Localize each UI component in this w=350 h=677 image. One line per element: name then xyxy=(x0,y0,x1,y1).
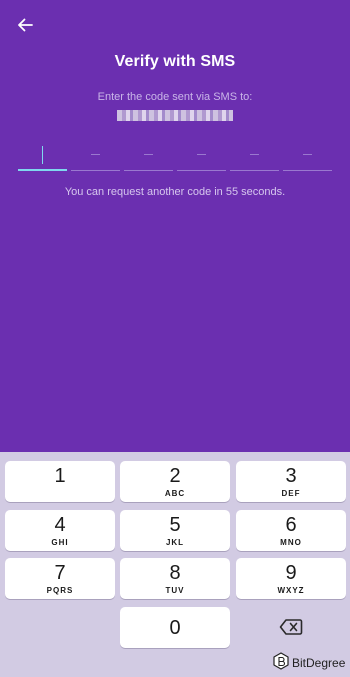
key-digit: 2 xyxy=(169,465,181,487)
key-4[interactable]: 4 GHI xyxy=(5,510,115,551)
key-letters: MNO xyxy=(280,538,302,547)
backspace-icon xyxy=(279,618,303,641)
code-digit-input-2[interactable] xyxy=(71,141,120,171)
masked-phone-number xyxy=(117,110,233,121)
key-0[interactable]: 0 xyxy=(120,607,230,648)
delete-button[interactable] xyxy=(236,609,346,650)
key-letters: JKL xyxy=(165,538,185,547)
code-digit-input-1[interactable] xyxy=(18,141,67,171)
verify-sms-screen: Verify with SMS Enter the code sent via … xyxy=(0,0,350,677)
key-3[interactable]: 3 DEF xyxy=(236,461,346,502)
empty-placeholder xyxy=(91,154,100,155)
key-letters: ABC xyxy=(164,489,186,498)
key-digit: 8 xyxy=(169,562,181,584)
bitdegree-watermark: BitDegree xyxy=(273,651,349,675)
key-digit: 3 xyxy=(285,465,297,487)
key-digit: 6 xyxy=(285,514,297,536)
code-digit-input-6[interactable] xyxy=(283,141,332,171)
key-digit: 4 xyxy=(54,514,66,536)
key-digit: 0 xyxy=(169,617,181,639)
key-9[interactable]: 9 WXYZ xyxy=(236,558,346,599)
watermark-text: BitDegree xyxy=(292,656,346,670)
empty-placeholder xyxy=(303,154,312,155)
key-digit: 5 xyxy=(169,514,181,536)
key-digit: 7 xyxy=(54,562,66,584)
code-digit-input-3[interactable] xyxy=(124,141,173,171)
key-8[interactable]: 8 TUV xyxy=(120,558,230,599)
key-1[interactable]: 1 xyxy=(5,461,115,502)
arrow-left-icon xyxy=(16,16,34,39)
bitdegree-logo-icon xyxy=(273,651,289,675)
key-letters: PQRS xyxy=(46,586,74,595)
key-6[interactable]: 6 MNO xyxy=(236,510,346,551)
code-digit-input-5[interactable] xyxy=(230,141,279,171)
key-digit: 1 xyxy=(54,465,66,487)
empty-placeholder xyxy=(250,154,259,155)
numeric-keyboard: 1 2 ABC 3 DEF 4 GHI 5 JKL 6 MNO 7 PQRS 8 xyxy=(0,452,350,677)
resend-countdown: You can request another code in 55 secon… xyxy=(64,186,286,198)
code-digit-input-4[interactable] xyxy=(177,141,226,171)
code-input-row xyxy=(18,141,333,173)
key-5[interactable]: 5 JKL xyxy=(120,510,230,551)
page-title: Verify with SMS xyxy=(114,53,236,70)
sms-instruction: Enter the code sent via SMS to: xyxy=(97,91,253,103)
key-letters: DEF xyxy=(281,489,301,498)
key-2[interactable]: 2 ABC xyxy=(120,461,230,502)
back-button[interactable] xyxy=(12,14,38,40)
empty-placeholder xyxy=(197,154,206,155)
key-letters: TUV xyxy=(165,586,185,595)
key-letters: GHI xyxy=(51,538,69,547)
key-digit: 9 xyxy=(285,562,297,584)
empty-placeholder xyxy=(144,154,153,155)
text-cursor xyxy=(42,146,43,164)
verification-panel: Verify with SMS Enter the code sent via … xyxy=(0,0,350,452)
key-letters: WXYZ xyxy=(277,586,305,595)
key-7[interactable]: 7 PQRS xyxy=(5,558,115,599)
